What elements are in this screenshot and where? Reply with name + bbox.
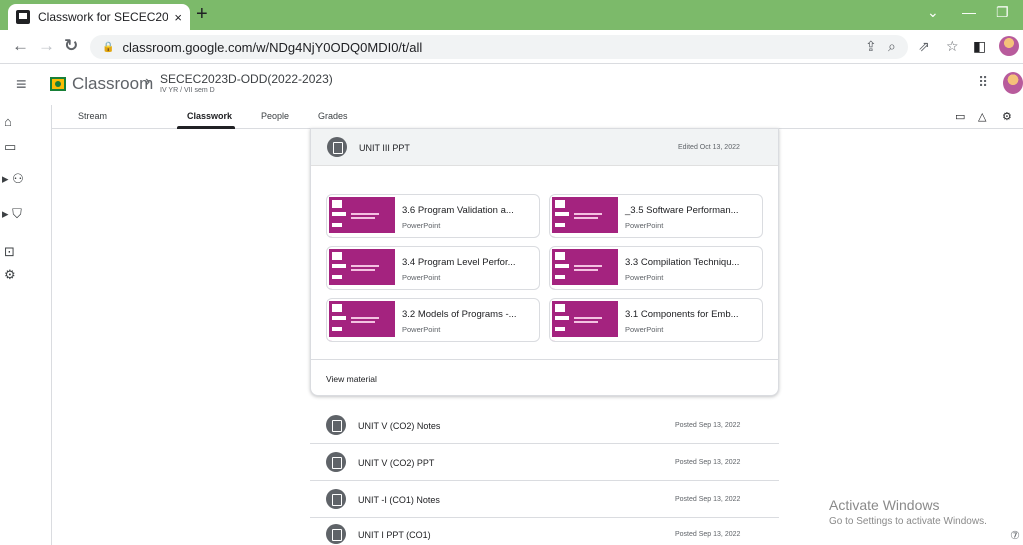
settings-gear-icon[interactable]: ⚙ <box>4 267 56 283</box>
attachment-card[interactable]: 3.4 Program Level Perfor... PowerPoint <box>326 246 540 290</box>
main-menu-icon[interactable]: ≡ <box>16 74 27 95</box>
tab-grades[interactable]: Grades <box>318 111 348 121</box>
attachment-card[interactable]: 3.6 Program Validation a... PowerPoint <box>326 194 540 238</box>
ppt-thumbnail <box>329 197 395 237</box>
topic-row[interactable]: UNIT -I (CO1) Notes Posted Sep 13, 2022 <box>310 481 779 518</box>
google-apps-icon[interactable]: ⠿ <box>978 74 988 91</box>
minimize-icon[interactable]: — <box>962 4 976 20</box>
help-icon[interactable]: ⑦ <box>1010 529 1020 542</box>
attachment-title: 3.3 Compilation Techniqu... <box>625 257 740 268</box>
enrolled-expand-icon[interactable]: ▸ ⛉ <box>2 206 54 222</box>
attachment-type: PowerPoint <box>625 221 664 230</box>
address-bar-row: ← → ↻ 🔒 classroom.google.com/w/NDg4NjY0O… <box>0 30 1023 64</box>
topic-card-expanded: UNIT III PPT Edited Oct 13, 2022 3.6 Pro… <box>310 128 779 396</box>
side-panel-icon[interactable]: ◧ <box>973 38 986 55</box>
topic-date: Edited Oct 13, 2022 <box>678 144 740 151</box>
topic-row[interactable]: UNIT V (CO2) PPT Posted Sep 13, 2022 <box>310 444 779 481</box>
view-material-link[interactable]: View material <box>326 374 377 384</box>
attachment-card[interactable]: 3.2 Models of Programs -... PowerPoint <box>326 298 540 342</box>
topic-date: Posted Sep 13, 2022 <box>675 496 741 503</box>
class-name[interactable]: SECEC2023D-ODD(2022-2023) <box>160 72 333 86</box>
ppt-thumbnail <box>552 301 618 341</box>
calendar-icon[interactable]: ▭ <box>4 139 56 155</box>
attachment-title: 3.4 Program Level Perfor... <box>402 257 516 268</box>
topic-date: Posted Sep 13, 2022 <box>675 531 741 538</box>
attachment-title: 3.1 Components for Emb... <box>625 309 739 320</box>
archived-classes-icon[interactable]: ⊡ <box>4 244 56 260</box>
breadcrumb-chevron-icon: › <box>145 73 151 90</box>
share-icon[interactable]: ⇗ <box>918 38 930 55</box>
topic-date: Posted Sep 13, 2022 <box>675 459 741 466</box>
attachment-type: PowerPoint <box>625 325 664 334</box>
attachment-type: PowerPoint <box>402 221 441 230</box>
activate-windows-hint: Go to Settings to activate Windows. <box>829 516 987 527</box>
classroom-header: ≡ Classroom › SECEC2023D-ODD(2022-2023) … <box>0 64 1023 105</box>
tab-stream[interactable]: Stream <box>78 111 107 121</box>
topic-title: UNIT V (CO2) Notes <box>358 421 441 431</box>
topic-card-header[interactable]: UNIT III PPT Edited Oct 13, 2022 <box>311 129 778 166</box>
assignment-icon <box>326 452 346 472</box>
attachment-title: 3.6 Program Validation a... <box>402 205 514 216</box>
topic-date: Posted Sep 13, 2022 <box>675 422 741 429</box>
forward-arrow-icon[interactable]: → <box>38 37 55 55</box>
divider <box>311 359 778 360</box>
topic-row[interactable]: UNIT V (CO2) Notes Posted Sep 13, 2022 <box>310 407 779 444</box>
ppt-thumbnail <box>329 301 395 341</box>
account-avatar[interactable] <box>1003 72 1023 94</box>
restore-icon[interactable]: ❐ <box>996 4 1009 21</box>
ppt-thumbnail <box>329 249 395 289</box>
assignment-icon <box>326 415 346 435</box>
drive-icon[interactable]: △ <box>978 110 986 123</box>
chevron-down-icon[interactable]: ⌄ <box>927 4 939 21</box>
assignment-icon <box>326 489 346 509</box>
install-app-icon[interactable]: ⇪ <box>865 38 877 55</box>
left-navigation-rail: ⌂ ▭ ▸ ⚇ ▸ ⛉ ⊡ ⚙ <box>0 105 52 545</box>
attachment-card[interactable]: 3.1 Components for Emb... PowerPoint <box>549 298 763 342</box>
tab-people[interactable]: People <box>261 111 289 121</box>
class-section: IV YR / VII sem D <box>160 87 215 94</box>
topic-title: UNIT -I (CO1) Notes <box>358 495 440 505</box>
lock-icon: 🔒 <box>102 41 115 53</box>
calendar-icon[interactable]: ▭ <box>955 110 965 123</box>
classroom-logo-icon[interactable] <box>50 77 66 91</box>
attachment-card[interactable]: _3.5 Software Performan... PowerPoint <box>549 194 763 238</box>
assignment-icon <box>327 137 347 157</box>
topic-row[interactable]: UNIT I PPT (CO1) Posted Sep 13, 2022 <box>310 518 779 545</box>
attachment-type: PowerPoint <box>402 325 441 334</box>
tab-classwork[interactable]: Classwork <box>187 111 232 121</box>
app-title[interactable]: Classroom <box>72 74 153 94</box>
topic-title: UNIT I PPT (CO1) <box>358 530 431 540</box>
attachment-type: PowerPoint <box>402 273 441 282</box>
bookmark-star-icon[interactable]: ☆ <box>946 38 959 55</box>
active-tab-indicator <box>177 126 235 129</box>
settings-gear-icon[interactable]: ⚙ <box>1002 110 1012 123</box>
activate-windows-title: Activate Windows <box>829 497 940 513</box>
zoom-icon[interactable]: ⌕ <box>888 38 896 55</box>
home-icon[interactable]: ⌂ <box>4 114 56 129</box>
ppt-thumbnail <box>552 249 618 289</box>
ppt-thumbnail <box>552 197 618 237</box>
classroom-favicon-icon <box>16 10 30 24</box>
url-input[interactable]: 🔒 classroom.google.com/w/NDg4NjY0ODQ0MDI… <box>90 35 908 59</box>
back-arrow-icon[interactable]: ← <box>12 37 29 55</box>
attachment-title: _3.5 Software Performan... <box>625 205 739 216</box>
class-tabs: Stream Classwork People Grades ▭ △ ⚙ <box>52 105 1023 129</box>
attachment-type: PowerPoint <box>625 273 664 282</box>
teaching-expand-icon[interactable]: ▸ ⚇ <box>2 171 54 187</box>
reload-icon[interactable]: ↻ <box>64 37 78 55</box>
topic-title: UNIT III PPT <box>359 143 410 153</box>
new-tab-button[interactable]: + <box>196 4 208 24</box>
attachment-title: 3.2 Models of Programs -... <box>402 309 517 320</box>
url-text: classroom.google.com/w/NDg4NjY0ODQ0MDI0/… <box>122 39 423 55</box>
topic-title: UNIT V (CO2) PPT <box>358 458 435 468</box>
attachment-card[interactable]: 3.3 Compilation Techniqu... PowerPoint <box>549 246 763 290</box>
browser-tab-title: Classwork for SECEC2023D-ODD( <box>38 10 169 24</box>
close-tab-icon[interactable]: × <box>174 10 182 25</box>
browser-tab[interactable]: Classwork for SECEC2023D-ODD( × <box>8 4 190 30</box>
browser-tab-strip: Classwork for SECEC2023D-ODD( × + ⌄ — ❐ <box>0 0 1023 30</box>
assignment-icon <box>326 524 346 544</box>
browser-profile-avatar[interactable] <box>999 36 1019 56</box>
